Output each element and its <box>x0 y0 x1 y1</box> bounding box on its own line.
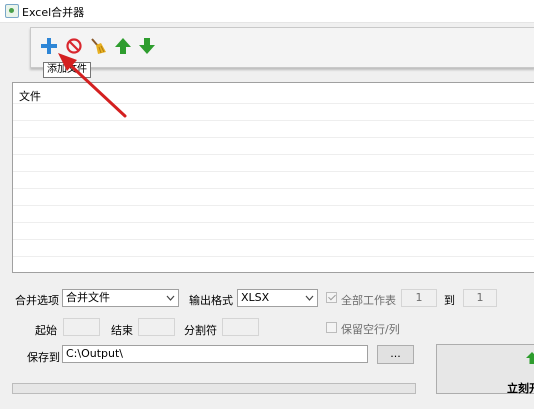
add-file-tooltip: 添加文件 <box>43 62 91 78</box>
list-divider <box>13 205 534 206</box>
broom-icon <box>91 38 106 54</box>
file-column-header[interactable]: 文件 <box>19 88 41 104</box>
plus-icon <box>41 38 57 54</box>
list-divider <box>13 239 534 240</box>
move-down-button[interactable] <box>138 37 156 55</box>
title-bar: Excel合并器 <box>0 0 534 23</box>
arrow-down-icon <box>139 38 155 54</box>
merge-now-label: 立刻开 <box>507 382 534 395</box>
sheet-from-input[interactable]: 1 <box>401 289 437 307</box>
progress-bar <box>12 383 416 394</box>
merge-now-button[interactable]: 立刻开 <box>436 344 534 395</box>
arrow-up-icon <box>115 38 131 54</box>
list-divider <box>13 256 534 257</box>
remove-file-button[interactable] <box>65 37 83 55</box>
start-input[interactable] <box>63 318 100 336</box>
merge-option-value: 合并文件 <box>66 291 110 304</box>
list-divider <box>13 103 534 104</box>
toolbar <box>30 27 534 68</box>
start-label: 起始 <box>35 324 57 337</box>
clear-list-button[interactable] <box>89 37 107 55</box>
list-divider <box>13 137 534 138</box>
browse-button[interactable]: ... <box>377 345 414 364</box>
file-list[interactable]: 文件 <box>12 82 534 273</box>
merge-icon <box>526 352 534 364</box>
output-format-label: 输出格式 <box>189 294 233 307</box>
add-file-button[interactable] <box>40 37 58 55</box>
all-sheets-checkbox[interactable] <box>326 292 337 303</box>
list-divider <box>13 171 534 172</box>
merge-option-select[interactable]: 合并文件 <box>62 289 179 307</box>
output-format-select[interactable]: XLSX <box>237 289 318 307</box>
end-input[interactable] <box>138 318 175 336</box>
no-entry-icon <box>66 38 82 54</box>
sheet-to-input[interactable]: 1 <box>463 289 497 307</box>
keep-blank-label: 保留空行/列 <box>341 323 400 336</box>
list-divider <box>13 154 534 155</box>
keep-blank-checkbox[interactable] <box>326 322 337 333</box>
list-divider <box>13 188 534 189</box>
move-up-button[interactable] <box>114 37 132 55</box>
output-format-value: XLSX <box>241 291 270 304</box>
chevron-down-icon <box>166 295 175 301</box>
separator-input[interactable] <box>222 318 259 336</box>
window-title: Excel合并器 <box>22 6 85 19</box>
save-to-label: 保存到 <box>27 351 60 364</box>
all-sheets-label: 全部工作表 <box>341 294 396 307</box>
list-divider <box>13 222 534 223</box>
chevron-down-icon <box>305 295 314 301</box>
to-label: 到 <box>444 294 455 307</box>
list-divider <box>13 120 534 121</box>
separator-label: 分割符 <box>184 324 217 337</box>
save-to-input[interactable]: C:\Output\ <box>62 345 368 363</box>
app-icon <box>5 4 19 18</box>
merge-option-label: 合并选项 <box>15 294 59 307</box>
end-label: 结束 <box>111 324 133 337</box>
